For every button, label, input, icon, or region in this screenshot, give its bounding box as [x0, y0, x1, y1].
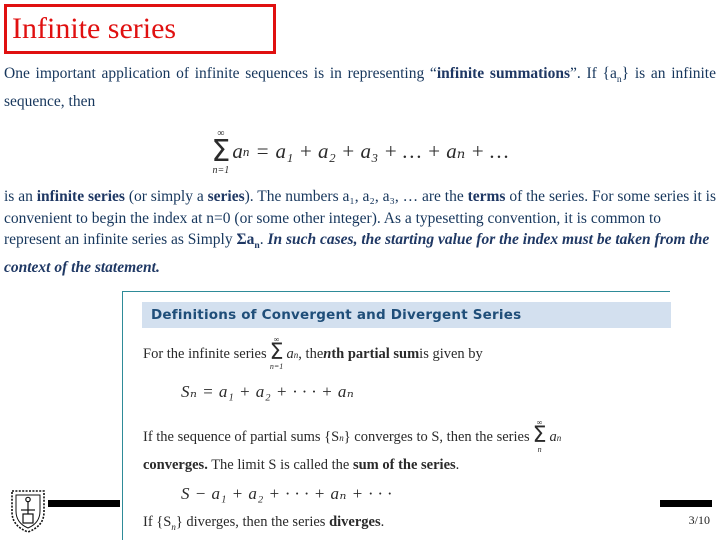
def2-text-b: } converges to S, then the series: [343, 429, 530, 445]
body-sigma-notation: Σa: [236, 231, 255, 248]
def1-text-d: th partial sum: [331, 346, 420, 362]
formula-right-hand-side: a₁ + a₂ + a₃ + … + aₙ + …: [275, 139, 509, 163]
definitions-banner-title: Definitions of Convergent and Divergent …: [151, 307, 522, 323]
summand-term: a: [232, 139, 243, 163]
body-paragraph: is an infinite series (or simply a serie…: [4, 186, 716, 278]
def2-term: a: [549, 429, 557, 445]
def3-sum-of-series: sum of the series: [352, 457, 456, 473]
def4-text-b: } diverges, then the series: [175, 514, 330, 530]
definitions-panel: Definitions of Convergent and Divergent …: [122, 291, 671, 540]
summation-expression: ∞ Σ n=1 an = a₁ + a₂ + a₃ + … + aₙ + …: [211, 128, 509, 176]
def1-text-e: is given by: [419, 346, 483, 362]
def1-n-italic: n: [323, 346, 332, 362]
definition-line-converges: If the sequence of partial sums {S n } con…: [143, 419, 663, 455]
intro-text-part2: ”. If {a: [570, 65, 617, 82]
equals-sign: =: [255, 139, 270, 163]
body-term-terms: terms: [467, 188, 506, 205]
def2-text-a: If the sequence of partial sums {S: [143, 429, 340, 445]
def3-text-b: The limit S is called the: [207, 457, 353, 473]
def1-text-b: , the: [298, 346, 324, 362]
university-crest-icon: [8, 488, 48, 534]
definition-line-diverges: If {Sn} diverges, then the series diverg…: [143, 514, 663, 532]
def4-text-d: .: [380, 514, 385, 530]
body-text-e: ). The numbers a₁, a₂, a₃, … are the: [244, 188, 468, 205]
sigma-glyph: Σ: [211, 134, 231, 169]
def4-text-a: If {S: [143, 514, 172, 530]
def1-sigma-lower: n=1: [269, 362, 284, 371]
body-text-i: .: [259, 231, 264, 248]
body-emphasis-period: .: [155, 258, 160, 276]
intro-paragraph: One important application of infinite se…: [4, 63, 716, 113]
sigma-operator-icon: ∞ Σ n=1: [211, 129, 230, 176]
footer-rule-left: [48, 500, 120, 507]
def4-diverges-word: diverges: [329, 514, 381, 530]
def2-term-sub: n: [556, 432, 562, 443]
main-summation-formula: ∞ Σ n=1 an = a₁ + a₂ + a₃ + … + aₙ + …: [0, 122, 720, 176]
def1-sigma-glyph: Σ: [269, 340, 284, 365]
footer-rule-right: [660, 500, 712, 507]
page-title: Infinite series: [12, 12, 177, 45]
intro-text-part1: One important application of infinite se…: [4, 65, 437, 82]
body-term-infinite-series: infinite series: [36, 188, 125, 205]
body-text-a: is an: [4, 188, 37, 205]
definitions-banner: Definitions of Convergent and Divergent …: [142, 302, 671, 328]
def1-text-a: For the infinite series: [143, 346, 267, 362]
page-number: 3/10: [688, 513, 710, 527]
def3-converges-word: converges.: [143, 457, 208, 473]
summand-subscript: n: [242, 143, 250, 159]
def1-sigma-icon: ∞ Σ n=1: [270, 336, 284, 371]
def3-text-d: .: [455, 457, 460, 473]
def1-term: a: [286, 346, 294, 362]
definition-equation-sum: S − a₁ + a₂ + · · · + aₙ + · · ·: [181, 484, 393, 503]
definition-line-sum-of-series: converges. The limit S is called the sum…: [143, 457, 663, 474]
body-text-c: (or simply a: [124, 188, 208, 205]
def2-sigma-icon: ∞ Σ n: [533, 419, 547, 454]
definition-line-partial-sum: For the infinite series ∞ Σ n=1 an, the …: [143, 336, 663, 372]
def2-sigma-glyph: Σ: [532, 423, 547, 448]
def2-sigma-lower: n: [537, 445, 542, 454]
sigma-lower-limit: n=1: [212, 165, 230, 176]
definition-equation-partial-sum: Sₙ = a₁ + a₂ + · · · + aₙ: [181, 382, 355, 401]
slide-title-box: Infinite series: [4, 4, 276, 54]
body-term-series: series: [207, 188, 245, 205]
intro-emphasis: infinite summations: [436, 65, 571, 82]
